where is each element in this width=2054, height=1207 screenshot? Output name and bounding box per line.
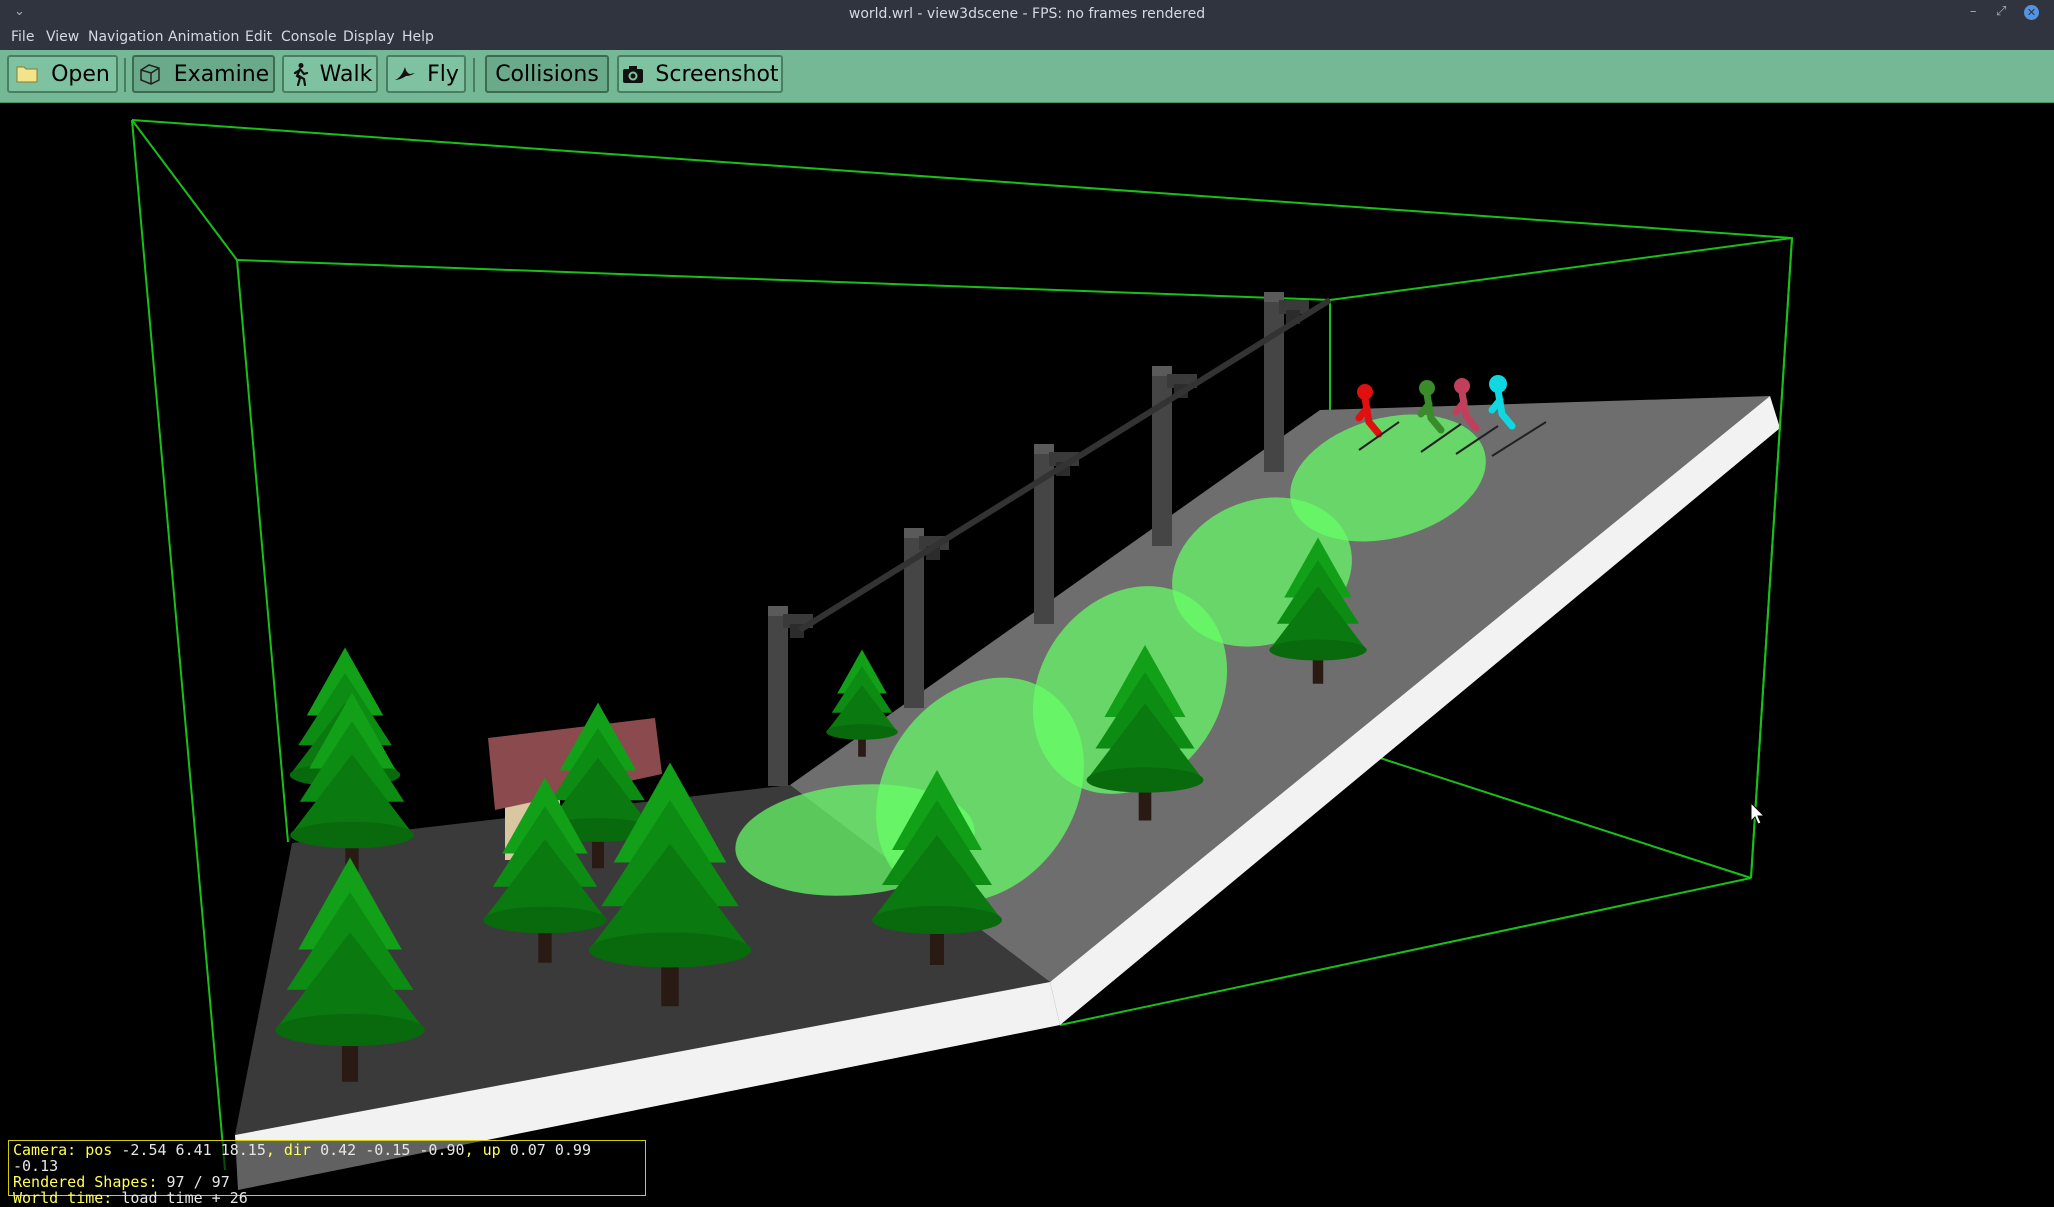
screenshot-button-label: Screenshot — [655, 61, 779, 87]
fly-button[interactable]: Fly — [386, 55, 466, 93]
menu-bar: File View Navigation Animation Edit Cons… — [0, 27, 2054, 50]
folder-icon — [16, 66, 38, 83]
walk-button-label: Walk — [319, 61, 373, 87]
menu-file[interactable]: File — [11, 29, 34, 45]
toolbar-separator — [124, 58, 126, 92]
pos-label: pos — [85, 1141, 113, 1159]
minimize-icon[interactable]: – — [1970, 4, 1977, 19]
walk-button[interactable]: Walk — [282, 55, 378, 93]
examine-button[interactable]: Examine — [132, 55, 275, 93]
shapes-line: Rendered Shapes: 97 / 97 — [13, 1174, 641, 1190]
time-line: World time: load time + 26 — [13, 1190, 641, 1206]
title-bar: ⌄ world.wrl - view3dscene - FPS: no fram… — [0, 0, 2054, 27]
world-time-value: load time + 26 — [121, 1189, 248, 1207]
maximize-icon[interactable]: ⤢ — [1996, 4, 2006, 19]
toolbar: Open Examine Walk Fly Collisions Screens… — [0, 50, 2054, 103]
menu-navigation[interactable]: Navigation — [88, 29, 164, 45]
dir-label: , dir — [265, 1141, 312, 1159]
menu-help[interactable]: Help — [402, 29, 434, 45]
menu-display[interactable]: Display — [343, 29, 395, 45]
mouse-cursor-icon — [1750, 802, 1766, 825]
bounding-box-front — [1750, 237, 1793, 879]
camera-line: Camera: pos -2.54 6.41 18.15, dir 0.42 -… — [13, 1142, 641, 1174]
world-time-label: World time: — [13, 1189, 113, 1207]
flying-bird-icon — [395, 67, 416, 80]
screenshot-button[interactable]: Screenshot — [617, 55, 783, 93]
3d-viewport[interactable] — [0, 102, 2054, 1205]
open-button-label: Open — [51, 61, 110, 87]
menu-edit[interactable]: Edit — [245, 29, 272, 45]
camera-icon — [623, 66, 644, 83]
collisions-toggle-label: Collisions — [495, 61, 599, 87]
window-title: world.wrl - view3dscene - FPS: no frames… — [848, 6, 1206, 22]
examine-button-label: Examine — [173, 61, 270, 87]
menu-console[interactable]: Console — [281, 29, 337, 45]
menu-view[interactable]: View — [46, 29, 79, 45]
close-icon[interactable]: ✕ — [2024, 5, 2039, 20]
camera-dir-value: 0.42 -0.15 -0.90 — [320, 1141, 465, 1159]
toolbar-separator — [473, 58, 475, 92]
collisions-toggle[interactable]: Collisions — [485, 55, 609, 93]
menu-animation[interactable]: Animation — [168, 29, 239, 45]
status-hud: Camera: pos -2.54 6.41 18.15, dir 0.42 -… — [8, 1140, 646, 1206]
cube-icon — [140, 64, 160, 85]
walking-person-icon — [293, 63, 308, 86]
camera-pos-value: -2.54 6.41 18.15 — [121, 1141, 266, 1159]
open-button[interactable]: Open — [7, 55, 118, 93]
fly-button-label: Fly — [427, 61, 459, 87]
up-label: , up — [464, 1141, 501, 1159]
